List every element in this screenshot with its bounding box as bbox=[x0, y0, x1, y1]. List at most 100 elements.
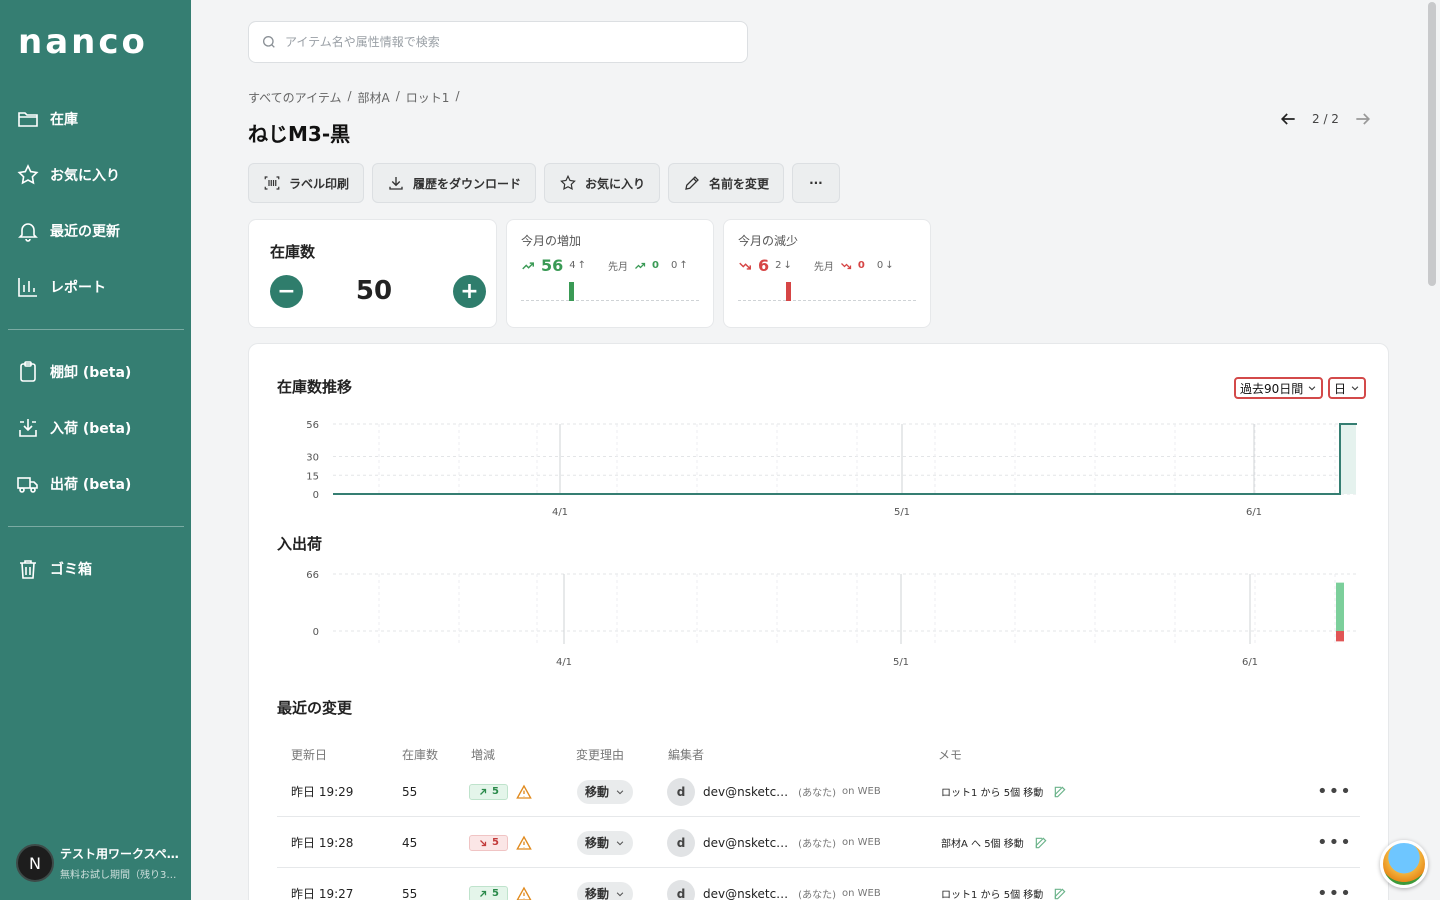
flow-x-tick: 6/1 bbox=[1242, 657, 1258, 668]
col-header-date[interactable]: 更新日 bbox=[291, 746, 327, 763]
sidebar-item-label: レポート bbox=[50, 280, 106, 296]
edit-memo-icon[interactable] bbox=[1053, 887, 1067, 900]
chevron-down-icon bbox=[616, 789, 624, 794]
row-delta-cell: 5 bbox=[469, 766, 532, 817]
granularity-select[interactable]: 日 bbox=[1328, 377, 1367, 399]
chevron-down-icon bbox=[616, 891, 624, 896]
decrement-button[interactable]: − bbox=[270, 275, 303, 308]
trend-y-tick: 30 bbox=[306, 453, 319, 464]
sidebar-item-trash[interactable]: ゴミ箱 bbox=[16, 557, 92, 581]
row-memo-cell: ロット1 から 5個 移動 bbox=[941, 868, 1067, 900]
col-header-memo[interactable]: メモ bbox=[938, 746, 962, 763]
edit-memo-icon[interactable] bbox=[1053, 785, 1067, 799]
editor-source: on WEB bbox=[841, 837, 881, 848]
row-more-button[interactable]: ••• bbox=[1317, 817, 1352, 868]
editor-email: dev@nsketc… bbox=[703, 835, 789, 850]
arrow-up-right-icon bbox=[480, 890, 487, 897]
app-logo[interactable]: nanco bbox=[18, 22, 148, 62]
increase-sparkline-baseline bbox=[521, 300, 699, 301]
flow-y-tick: 66 bbox=[306, 570, 319, 581]
col-header-reason[interactable]: 変更理由 bbox=[576, 746, 624, 763]
warning-icon[interactable] bbox=[516, 784, 532, 800]
increase-card: 今月の増加 56 4 ↑ 先月 0 0 ↑ bbox=[506, 219, 714, 328]
table-row[interactable]: 昨日 19:27 55 5 移動 d dev@nsketc… (あなた) on WEB ロット1… bbox=[277, 868, 1360, 900]
breadcrumb-all-items[interactable]: すべてのアイテム bbox=[248, 89, 341, 106]
trend-line bbox=[333, 423, 1357, 495]
sidebar-item-stocktake[interactable]: 棚卸 (beta) bbox=[16, 360, 131, 384]
editor-avatar: d bbox=[667, 879, 695, 900]
reason-select[interactable]: 移動 bbox=[577, 830, 634, 855]
reason-select[interactable]: 移動 bbox=[577, 881, 634, 900]
table-row[interactable]: 昨日 19:29 55 5 移動 d dev@nsketc… (あなた) on WEB ロット1… bbox=[277, 766, 1360, 817]
sidebar-divider bbox=[8, 526, 184, 527]
edit-memo-icon[interactable] bbox=[1034, 836, 1048, 850]
flow-x-tick: 4/1 bbox=[556, 657, 572, 668]
col-header-editor[interactable]: 編集者 bbox=[668, 746, 704, 763]
assistant-bubble[interactable] bbox=[1380, 840, 1428, 888]
arrow-right-icon[interactable] bbox=[1353, 109, 1373, 129]
breadcrumb-separator: / bbox=[395, 89, 400, 103]
trend-x-tick: 5/1 bbox=[894, 507, 910, 518]
row-more-button[interactable]: ••• bbox=[1317, 766, 1352, 817]
increase-prev-label: 先月 bbox=[608, 262, 629, 273]
delta-badge: 5 bbox=[469, 783, 508, 800]
editor-email: dev@nsketc… bbox=[703, 886, 789, 900]
breadcrumb-part-a[interactable]: 部材A bbox=[358, 89, 390, 106]
arrow-left-icon[interactable] bbox=[1278, 109, 1298, 129]
range-select[interactable]: 過去90日間 bbox=[1234, 377, 1324, 399]
breadcrumb-lot-1[interactable]: ロット1 bbox=[406, 89, 450, 106]
sidebar-item-outbound[interactable]: 出荷 (beta) bbox=[16, 472, 131, 496]
download-icon bbox=[389, 177, 403, 190]
inout-svg: 0 66 4/1 5/1 6/1 bbox=[306, 570, 1357, 668]
table-row[interactable]: 昨日 19:28 45 5 移動 d dev@nsketc… (あなた) on WEB 部材A … bbox=[277, 817, 1360, 868]
chevron-down-icon bbox=[1351, 386, 1359, 391]
delta-value: 5 bbox=[492, 786, 499, 797]
flow-x-tick: 5/1 bbox=[893, 657, 909, 668]
row-date: 昨日 19:29 bbox=[291, 785, 354, 799]
stock-trend-svg: 0 15 30 56 4/1 5/1 6/1 bbox=[306, 420, 1357, 518]
warning-icon[interactable] bbox=[516, 886, 532, 900]
sidebar-item-inventory[interactable]: 在庫 bbox=[16, 107, 78, 131]
row-editor-cell: d dev@nsketc… (あなた) on WEB bbox=[667, 868, 881, 900]
decrease-prev-label: 先月 bbox=[813, 262, 834, 273]
workspace-switcher[interactable]: N テスト用ワークスペ… 無料お試し期間（残り3… bbox=[16, 844, 179, 882]
truck-icon bbox=[17, 477, 38, 493]
sidebar-item-inbound[interactable]: 入荷 (beta) bbox=[16, 416, 131, 440]
increase-count: 4 bbox=[569, 260, 576, 271]
favorite-button[interactable]: お気に入り bbox=[544, 163, 661, 203]
search-input[interactable] bbox=[285, 35, 725, 49]
editor-avatar: d bbox=[667, 828, 695, 857]
page-scrollbar[interactable] bbox=[1428, 2, 1436, 286]
increment-button[interactable]: + bbox=[453, 275, 486, 308]
sidebar-item-favorites[interactable]: お気に入り bbox=[16, 163, 120, 187]
stock-card: 在庫数 − 50 + bbox=[248, 219, 497, 328]
sidebar-item-recent[interactable]: 最近の更新 bbox=[16, 219, 120, 243]
sidebar-item-label: 在庫 bbox=[50, 112, 78, 128]
warning-icon[interactable] bbox=[516, 835, 532, 851]
decrease-title: 今月の減少 bbox=[738, 234, 799, 248]
increase-stats: 56 4 ↑ 先月 0 0 ↑ bbox=[521, 256, 688, 275]
increase-prev-value: 0 bbox=[652, 260, 659, 271]
increase-title: 今月の増加 bbox=[521, 234, 582, 248]
editor-source: on WEB bbox=[841, 888, 881, 899]
sidebar-item-report[interactable]: レポート bbox=[16, 275, 106, 299]
flow-title: 入出荷 bbox=[277, 535, 323, 553]
decrease-prev-value: 0 bbox=[857, 260, 865, 271]
reason-value: 移動 bbox=[585, 887, 610, 900]
row-reason-cell: 移動 bbox=[577, 868, 634, 900]
row-more-button[interactable]: ••• bbox=[1317, 868, 1352, 900]
sidebar-item-label: 出荷 (beta) bbox=[50, 477, 132, 493]
rename-button[interactable]: 名前を変更 bbox=[668, 163, 785, 203]
download-history-button[interactable]: 履歴をダウンロード bbox=[372, 163, 537, 203]
label-print-button[interactable]: ラベル印刷 bbox=[248, 163, 365, 203]
row-editor-cell: d dev@nsketc… (あなた) on WEB bbox=[667, 817, 881, 868]
more-actions-button[interactable]: ··· bbox=[792, 163, 840, 203]
reason-select[interactable]: 移動 bbox=[577, 779, 634, 804]
col-header-qty[interactable]: 在庫数 bbox=[402, 746, 438, 763]
chevron-down-icon bbox=[1308, 386, 1316, 391]
trend-x-tick: 4/1 bbox=[552, 507, 568, 518]
col-header-delta[interactable]: 増減 bbox=[471, 746, 495, 763]
workspace-plan: 無料お試し期間（残り3… bbox=[60, 870, 177, 881]
sidebar-item-label: ゴミ箱 bbox=[50, 562, 92, 578]
sidebar-divider bbox=[8, 329, 184, 330]
